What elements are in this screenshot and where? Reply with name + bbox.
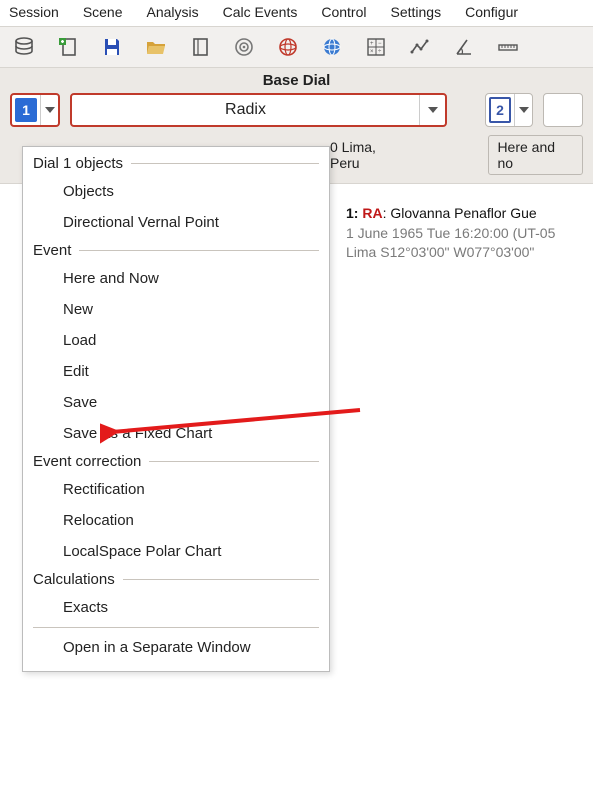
line-chart-icon[interactable] — [404, 31, 436, 63]
dial-2-number-selector[interactable]: 2 — [485, 93, 533, 127]
dial-1-type-selector[interactable]: Radix — [70, 93, 447, 127]
toolbar: +−× ÷ — [0, 26, 593, 68]
menu-item-relocation[interactable]: Relocation — [23, 505, 329, 536]
new-doc-icon[interactable] — [52, 31, 84, 63]
svg-text:×: × — [370, 49, 374, 55]
menu-item-new[interactable]: New — [23, 294, 329, 325]
menu-section-calculations: Calculations — [23, 567, 329, 592]
chart-datetime: 1 June 1965 Tue 16:20:00 (UT-05 — [346, 224, 593, 244]
dial-row: 1 Radix 2 — [0, 91, 593, 129]
folder-open-icon[interactable] — [140, 31, 172, 63]
menu-analysis[interactable]: Analysis — [144, 2, 202, 22]
globe-blue-icon[interactable] — [316, 31, 348, 63]
chevron-down-icon — [519, 107, 529, 113]
menu-calc-events[interactable]: Calc Events — [220, 2, 301, 22]
angle-icon[interactable] — [448, 31, 480, 63]
menu-item-directional-vernal-point[interactable]: Directional Vernal Point — [23, 207, 329, 238]
svg-text:+: + — [370, 41, 374, 47]
dial-1-number: 1 — [15, 98, 37, 122]
menu-item-load[interactable]: Load — [23, 325, 329, 356]
menu-section-dial-objects: Dial 1 objects — [23, 151, 329, 176]
chart-index: 1: — [346, 205, 358, 221]
menu-item-rectification[interactable]: Rectification — [23, 474, 329, 505]
chart-name: : Glovanna Penaflor Gue — [383, 205, 537, 221]
menu-section-event-correction: Event correction — [23, 449, 329, 474]
chart-location: Lima S12°03'00" W077°03'00" — [346, 243, 593, 263]
ruler-icon[interactable] — [492, 31, 524, 63]
svg-text:÷: ÷ — [378, 49, 382, 55]
menu-control[interactable]: Control — [318, 2, 369, 22]
menu-section-header: Dial 1 objects — [33, 155, 123, 172]
menu-section-header: Event correction — [33, 453, 141, 470]
menu-scene[interactable]: Scene — [80, 2, 126, 22]
dial-2-number-dropdown[interactable] — [514, 94, 532, 126]
menu-item-objects[interactable]: Objects — [23, 176, 329, 207]
dial-2-type-label — [544, 94, 582, 126]
chart-code: RA — [362, 205, 382, 221]
menu-section-event: Event — [23, 238, 329, 263]
chevron-down-icon — [45, 107, 55, 113]
menu-item-edit[interactable]: Edit — [23, 356, 329, 387]
dial-context-menu: Dial 1 objects Objects Directional Verna… — [22, 146, 330, 672]
save-icon[interactable] — [96, 31, 128, 63]
dial-1-number-dropdown[interactable] — [40, 95, 58, 125]
menu-session[interactable]: Session — [6, 2, 62, 22]
menu-settings[interactable]: Settings — [388, 2, 445, 22]
menu-item-localspace-polar-chart[interactable]: LocalSpace Polar Chart — [23, 536, 329, 567]
globe-red-icon[interactable] — [272, 31, 304, 63]
dial-2-type-selector[interactable] — [543, 93, 583, 127]
menu-item-open-separate-window[interactable]: Open in a Separate Window — [23, 632, 329, 663]
menu-item-here-and-now[interactable]: Here and Now — [23, 263, 329, 294]
menu-item-exacts[interactable]: Exacts — [23, 592, 329, 623]
menu-separator — [33, 627, 319, 628]
dial-1-type-label: Radix — [72, 95, 419, 125]
dial-2-number: 2 — [489, 97, 511, 123]
here-and-now-button[interactable]: Here and no — [488, 135, 583, 175]
database-icon[interactable] — [8, 31, 40, 63]
notebook-icon[interactable] — [184, 31, 216, 63]
chart-info-panel: 1: RA: Glovanna Penaflor Gue 1 June 1965… — [346, 204, 593, 263]
menu-item-save[interactable]: Save — [23, 387, 329, 418]
location-fragment: 0 Lima, Peru — [330, 139, 409, 171]
calculator-icon[interactable]: +−× ÷ — [360, 31, 392, 63]
menu-item-save-as-fixed-chart[interactable]: Save As a Fixed Chart — [23, 418, 329, 449]
dial-1-number-selector[interactable]: 1 — [10, 93, 60, 127]
menu-section-header: Calculations — [33, 571, 115, 588]
target-circle-icon[interactable] — [228, 31, 260, 63]
dial-1-type-dropdown[interactable] — [419, 95, 445, 125]
menubar: Session Scene Analysis Calc Events Contr… — [0, 0, 593, 26]
menu-section-header: Event — [33, 242, 71, 259]
svg-text:−: − — [378, 41, 382, 47]
base-dial-title: Base Dial — [0, 68, 593, 91]
menu-configure[interactable]: Configur — [462, 2, 521, 22]
chevron-down-icon — [428, 107, 438, 113]
